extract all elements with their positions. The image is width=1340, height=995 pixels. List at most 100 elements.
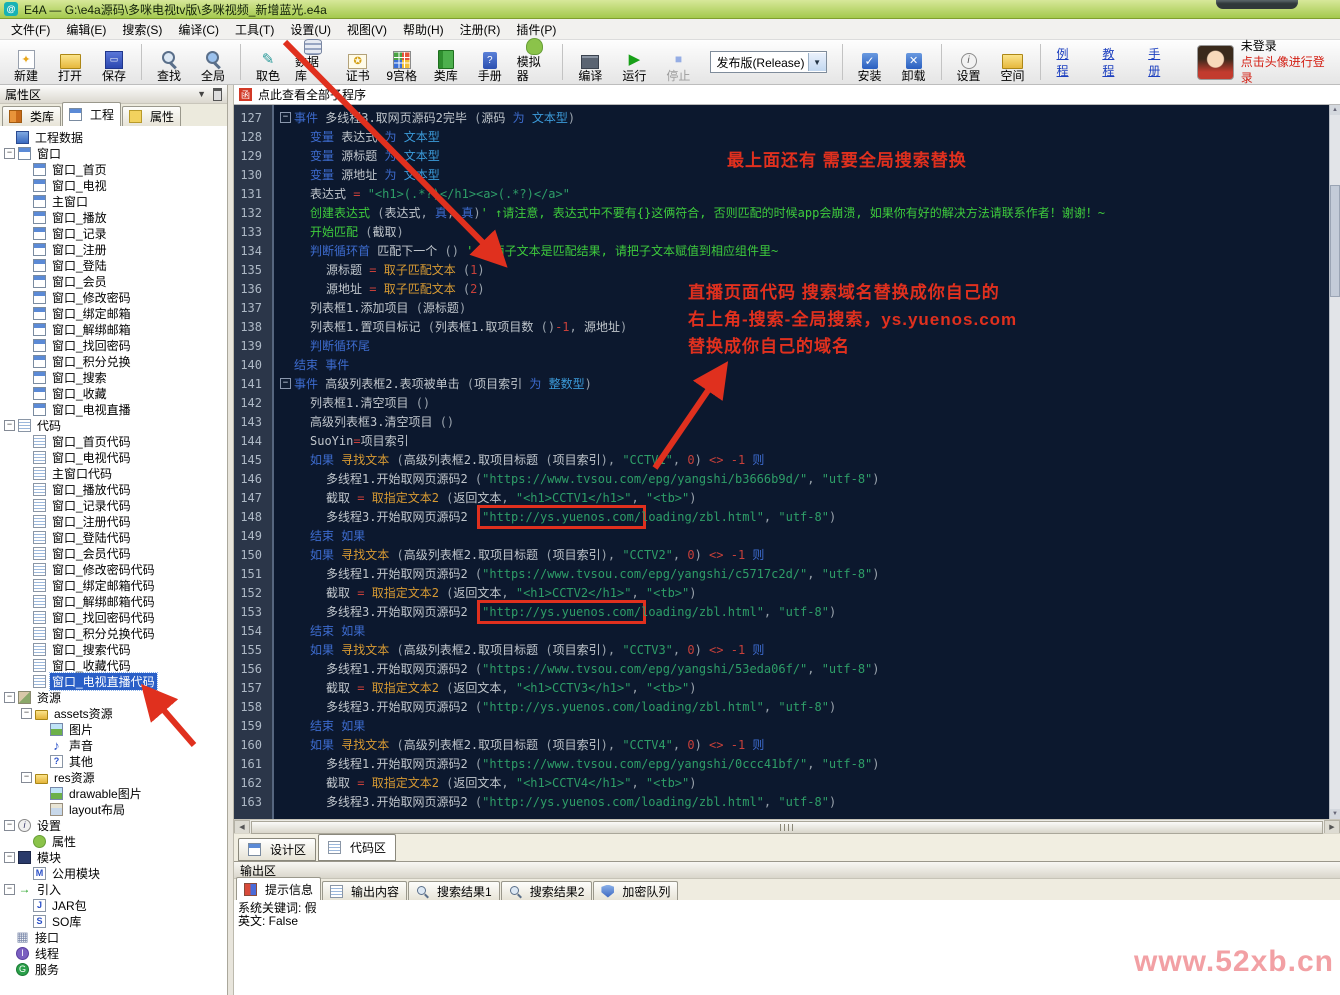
- menu-item-插件P[interactable]: 插件(P): [508, 19, 564, 40]
- code-editor[interactable]: 127−事件 多线程3.取网页源码2完毕 (源码 为 文本型)128变量 表达式…: [234, 105, 1329, 819]
- fold-toggle-icon[interactable]: −: [280, 112, 291, 123]
- code-line[interactable]: 151多线程1.开始取网页源码2 ("https://www.tvsou.com…: [234, 564, 1329, 583]
- function-bar[interactable]: 函 点此查看全部子程序: [234, 85, 1340, 105]
- tree-item-窗口_会员代码[interactable]: 窗口_会员代码: [0, 545, 227, 561]
- tab-代码区[interactable]: 代码区: [318, 834, 396, 861]
- tab-设计区[interactable]: 设计区: [238, 838, 316, 861]
- code-line[interactable]: 132创建表达式 (表达式, 真, 真)' ↑请注意, 表达式中不要有{}这俩符…: [234, 203, 1329, 222]
- pin-icon[interactable]: [213, 88, 222, 101]
- code-line[interactable]: 135源标题 = 取子匹配文本 (1): [234, 260, 1329, 279]
- tree-item-服务[interactable]: G服务: [0, 961, 227, 977]
- scroll-right-arrow-icon[interactable]: ▶: [1324, 820, 1340, 834]
- code-line[interactable]: 161多线程1.开始取网页源码2 ("https://www.tvsou.com…: [234, 754, 1329, 773]
- tree-item-窗口_绑定邮箱代码[interactable]: 窗口_绑定邮箱代码: [0, 577, 227, 593]
- tree-item-窗口_注册代码[interactable]: 窗口_注册代码: [0, 513, 227, 529]
- code-line[interactable]: 148多线程3.开始取网页源码2 ("http://ys.yuenos.com/…: [234, 507, 1329, 526]
- code-line[interactable]: 127−事件 多线程3.取网页源码2完毕 (源码 为 文本型): [234, 108, 1329, 127]
- 卸载-button[interactable]: ✕卸载: [892, 42, 936, 83]
- expander-icon[interactable]: −: [4, 420, 15, 431]
- 查找-button[interactable]: 查找: [147, 42, 191, 83]
- 手册-button[interactable]: ?手册: [468, 42, 512, 83]
- code-line[interactable]: 160如果 寻找文本 (高级列表框2.取项目标题 (项目索引), "CCTV4"…: [234, 735, 1329, 754]
- code-line[interactable]: 159结束 如果: [234, 716, 1329, 735]
- code-line[interactable]: 144SuoYin=项目索引: [234, 431, 1329, 450]
- code-line[interactable]: 145如果 寻找文本 (高级列表框2.取项目标题 (项目索引), "CCTV1"…: [234, 450, 1329, 469]
- code-line[interactable]: 149结束 如果: [234, 526, 1329, 545]
- scroll-left-arrow-icon[interactable]: ◀: [234, 820, 250, 834]
- tree-item-窗口_登陆代码[interactable]: 窗口_登陆代码: [0, 529, 227, 545]
- tab-工程[interactable]: 工程: [62, 102, 121, 126]
- tab-搜索结果1[interactable]: 搜索结果1: [408, 881, 500, 900]
- tree-item-窗口_搜索[interactable]: 窗口_搜索: [0, 369, 227, 385]
- avatar[interactable]: [1197, 45, 1234, 80]
- toolbar-link-例程[interactable]: 例程: [1057, 45, 1081, 79]
- toolbar-link-教程[interactable]: 教程: [1102, 45, 1126, 79]
- code-line[interactable]: 141−事件 高级列表框2.表项被单击 (项目索引 为 整数型): [234, 374, 1329, 393]
- login-hint[interactable]: 点击头像进行登录: [1241, 54, 1336, 86]
- horizontal-scrollbar[interactable]: ◀ ▶: [234, 819, 1340, 833]
- tree-item-窗口_首页[interactable]: 窗口_首页: [0, 161, 227, 177]
- tree-item-窗口_修改密码代码[interactable]: 窗口_修改密码代码: [0, 561, 227, 577]
- chevron-down-icon[interactable]: ▼: [808, 53, 826, 71]
- tree-item-窗口_电视[interactable]: 窗口_电视: [0, 177, 227, 193]
- tree-item-窗口_收藏代码[interactable]: 窗口_收藏代码: [0, 657, 227, 673]
- tree-item-引入[interactable]: −→引入: [0, 881, 227, 897]
- tree-item-图片[interactable]: 图片: [0, 721, 227, 737]
- expander-icon[interactable]: −: [4, 820, 15, 831]
- code-line[interactable]: 134判断循环首 匹配下一个 () ' 下面子文本是匹配结果, 请把子文本赋值到…: [234, 241, 1329, 260]
- tree-item-窗口_会员[interactable]: 窗口_会员: [0, 273, 227, 289]
- tree-item-窗口_解绑邮箱[interactable]: 窗口_解绑邮箱: [0, 321, 227, 337]
- 全局-button[interactable]: 全局: [191, 42, 235, 83]
- 设置-button[interactable]: i设置: [947, 42, 991, 83]
- 打开-button[interactable]: 打开: [48, 42, 92, 83]
- tab-搜索结果2[interactable]: 搜索结果2: [501, 881, 593, 900]
- 取色-button[interactable]: ✎取色: [246, 42, 290, 83]
- tab-输出内容[interactable]: 输出内容: [322, 881, 407, 900]
- tree-item-窗口_绑定邮箱[interactable]: 窗口_绑定邮箱: [0, 305, 227, 321]
- 类库-button[interactable]: 类库: [424, 42, 468, 83]
- tree-item-窗口_注册[interactable]: 窗口_注册: [0, 241, 227, 257]
- menu-item-注册R[interactable]: 注册(R): [452, 19, 509, 40]
- 9宫格-button[interactable]: 9宫格: [380, 42, 424, 83]
- toolbar-link-手册[interactable]: 手册: [1148, 45, 1172, 79]
- code-line[interactable]: 131表达式 = "<h1>(.*?)</h1><a>(.*?)</a>": [234, 184, 1329, 203]
- code-line[interactable]: 146多线程1.开始取网页源码2 ("https://www.tvsou.com…: [234, 469, 1329, 488]
- menu-item-帮助H[interactable]: 帮助(H): [395, 19, 452, 40]
- 空间-button[interactable]: 空间: [991, 42, 1035, 83]
- menu-item-文件F[interactable]: 文件(F): [3, 19, 58, 40]
- tree-item-属性[interactable]: 属性: [0, 833, 227, 849]
- vertical-scroll-thumb[interactable]: [1330, 185, 1340, 297]
- tree-item-窗口_记录代码[interactable]: 窗口_记录代码: [0, 497, 227, 513]
- 编译-button[interactable]: 编译: [568, 42, 612, 83]
- code-line[interactable]: 152截取 = 取指定文本2 (返回文本, "<h1>CCTV2</h1>", …: [234, 583, 1329, 602]
- expander-icon[interactable]: −: [4, 852, 15, 863]
- title-bar[interactable]: @ E4A — G:\e4a源码\多咪电视tv版\多咪视频_新增蓝光.e4a: [0, 0, 1340, 19]
- tree-item-工程数据[interactable]: 工程数据: [0, 129, 227, 145]
- code-line[interactable]: 153多线程3.开始取网页源码2 ("http://ys.yuenos.com/…: [234, 602, 1329, 621]
- code-line[interactable]: 133开始匹配 (截取): [234, 222, 1329, 241]
- scroll-up-arrow-icon[interactable]: ▲: [1330, 105, 1340, 115]
- expander-icon[interactable]: −: [4, 884, 15, 895]
- code-line[interactable]: 147截取 = 取指定文本2 (返回文本, "<h1>CCTV1</h1>", …: [234, 488, 1329, 507]
- tab-加密队列[interactable]: 加密队列: [593, 881, 678, 900]
- tree-item-drawable图片[interactable]: drawable图片: [0, 785, 227, 801]
- tree-item-其他[interactable]: ?其他: [0, 753, 227, 769]
- expander-icon[interactable]: −: [21, 772, 32, 783]
- tree-item-主窗口[interactable]: 主窗口: [0, 193, 227, 209]
- tree-item-资源[interactable]: −资源: [0, 689, 227, 705]
- tree-item-assets资源[interactable]: −assets资源: [0, 705, 227, 721]
- tab-属性[interactable]: 属性: [122, 106, 181, 126]
- tree-item-设置[interactable]: −i设置: [0, 817, 227, 833]
- tree-item-公用模块[interactable]: M公用模块: [0, 865, 227, 881]
- tab-提示信息[interactable]: 提示信息: [236, 877, 321, 900]
- menu-item-视图V[interactable]: 视图(V): [339, 19, 395, 40]
- tree-item-声音[interactable]: ♪声音: [0, 737, 227, 753]
- 安装-button[interactable]: ✓安装: [848, 42, 892, 83]
- tree-item-res资源[interactable]: −res资源: [0, 769, 227, 785]
- menu-item-搜索S[interactable]: 搜索(S): [114, 19, 170, 40]
- tree-item-窗口_积分兑换代码[interactable]: 窗口_积分兑换代码: [0, 625, 227, 641]
- menu-item-编译C[interactable]: 编译(C): [170, 19, 227, 40]
- tree-item-layout布局[interactable]: layout布局: [0, 801, 227, 817]
- 证书-button[interactable]: ✪证书: [336, 42, 380, 83]
- scroll-down-arrow-icon[interactable]: ▼: [1330, 809, 1340, 819]
